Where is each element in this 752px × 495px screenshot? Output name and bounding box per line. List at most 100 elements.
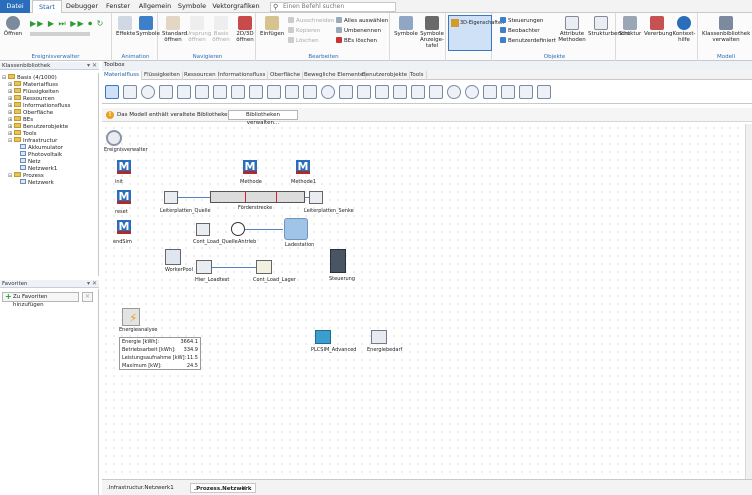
panel-pin-icon[interactable]: ▾ ✕: [87, 280, 97, 288]
method-icon[interactable]: M: [117, 220, 131, 234]
toolbox-tab-tools[interactable]: Tools: [408, 71, 427, 80]
line-tool-icon[interactable]: [357, 85, 371, 99]
conveyor-line[interactable]: [210, 191, 305, 203]
panel-pin-icon[interactable]: ▾ ✕: [87, 62, 97, 70]
command-search-input[interactable]: ⚲ Einen Befehl suchen: [270, 2, 396, 12]
origin-open-button[interactable]: Ursprung öffnen: [186, 16, 211, 43]
class-library-header: Klassenbibliothek ▾ ✕: [0, 62, 99, 70]
turntable-tool-icon[interactable]: [393, 85, 407, 99]
structure-button[interactable]: Struktur: [618, 16, 642, 37]
source-icon[interactable]: [164, 191, 178, 204]
pointer-tool-icon[interactable]: [105, 85, 119, 99]
tab-start[interactable]: Start: [32, 0, 62, 13]
remove-favorite-button[interactable]: ×: [82, 292, 93, 302]
speed-slider[interactable]: [30, 32, 90, 36]
charging-station-icon[interactable]: [284, 218, 308, 240]
controls-button[interactable]: Steuerungen: [500, 17, 544, 24]
entity-tool-icon[interactable]: [465, 85, 479, 99]
canvas-scrollbar[interactable]: [745, 124, 752, 479]
delete-bes-button[interactable]: BEs löschen: [336, 37, 377, 44]
model-canvas[interactable]: [102, 124, 752, 479]
energy-demand-icon[interactable]: [371, 330, 387, 344]
container-source-icon[interactable]: [196, 223, 210, 236]
container-tool-icon[interactable]: [483, 85, 497, 99]
base-open-button[interactable]: Basis öffnen: [210, 16, 232, 43]
tab-allgemein[interactable]: Allgemein: [136, 0, 174, 13]
parallel-proc-tool-icon[interactable]: [231, 85, 245, 99]
dismantle-tool-icon[interactable]: [267, 85, 281, 99]
buffer-tool-icon[interactable]: [285, 85, 299, 99]
select-all-button[interactable]: Alles auswählen: [336, 17, 388, 24]
sorter-tool-icon[interactable]: [303, 85, 317, 99]
angular-converter-tool-icon[interactable]: [429, 85, 443, 99]
store-icon[interactable]: [256, 260, 272, 274]
user-defined-button[interactable]: Benutzerdefiniert: [500, 37, 556, 44]
display-panel-button[interactable]: Symbole Anzeige-tafel: [420, 16, 444, 49]
drain-icon[interactable]: [309, 191, 323, 204]
rename-button[interactable]: Umbenennen: [336, 27, 381, 34]
3d-properties-button[interactable]: 3D-Eigenschaften: [448, 15, 504, 51]
observers-button[interactable]: Beobachter: [500, 27, 540, 34]
inheritance-button[interactable]: Vererbung: [644, 16, 672, 37]
toolbox-tab-benutzerobjekte[interactable]: Benutzerobjekte: [360, 71, 411, 80]
2d3d-open-button[interactable]: 2D/3D öffnen: [234, 16, 256, 43]
toolbox-tab-materialfluss[interactable]: Materialfluss: [102, 71, 143, 80]
standard-open-button[interactable]: Standard öffnen: [162, 16, 187, 43]
doc-tab-netzwerk1[interactable]: .Infrastructur.Netzwerk1: [104, 483, 177, 493]
interface-tool-icon[interactable]: [159, 85, 173, 99]
drain-label: Leiterplatten_Senke: [304, 208, 354, 214]
toolbox-tab-ressourcen[interactable]: Ressourcen: [182, 71, 219, 80]
tab-datei[interactable]: Datei: [0, 0, 30, 13]
statistics-report-button[interactable]: Strukturbericht: [588, 16, 630, 37]
plc-icon[interactable]: [330, 249, 346, 273]
energy-analysis-icon[interactable]: ⚡: [122, 308, 140, 326]
single-proc-tool-icon[interactable]: [213, 85, 227, 99]
toolbox-tab-fluessigkeiten[interactable]: Flüssigkeiten: [142, 71, 183, 80]
transporter-tool-icon[interactable]: [501, 85, 515, 99]
cycle-tool-icon[interactable]: [321, 85, 335, 99]
event-controller-tool-icon[interactable]: [141, 85, 155, 99]
tab-fenster[interactable]: Fenster: [102, 0, 134, 13]
toolbox-tab-bewegliche-elemente[interactable]: Bewegliche Elemente: [302, 71, 367, 80]
network-tool-icon[interactable]: [537, 85, 551, 99]
tab-debugger[interactable]: Debugger: [64, 0, 100, 13]
track-tool-icon[interactable]: [375, 85, 389, 99]
store-tool-icon[interactable]: [339, 85, 353, 99]
worker-tool-icon[interactable]: [519, 85, 533, 99]
worker-pool-icon[interactable]: [165, 249, 181, 265]
open-button[interactable]: Öffnen: [2, 16, 24, 37]
symbols-button-2[interactable]: Symbole: [394, 16, 418, 37]
add-to-favorites-button[interactable]: + Zu Favoriten hinzufügen: [2, 292, 79, 308]
manage-class-library-button[interactable]: Klassenbibliothek verwalten: [702, 16, 750, 43]
method-icon[interactable]: M: [243, 160, 257, 174]
drive-icon[interactable]: [231, 222, 245, 236]
paste-button[interactable]: Einfügen: [260, 16, 284, 37]
method-icon[interactable]: M: [296, 160, 310, 174]
method-icon[interactable]: M: [117, 160, 131, 174]
tab-symbole[interactable]: Symbole: [176, 0, 208, 13]
delete-button[interactable]: Löschen: [288, 37, 319, 44]
toolbox-tab-informationsfluss[interactable]: Informationsfluss: [216, 71, 269, 80]
method-icon[interactable]: M: [117, 190, 131, 204]
attributes-methods-button[interactable]: Attribute Methoden: [558, 16, 586, 43]
plcsim-icon[interactable]: [315, 330, 331, 344]
symbols-button[interactable]: Symbole: [136, 16, 160, 37]
turnplate-tool-icon[interactable]: [411, 85, 425, 99]
event-controller-icon[interactable]: [106, 130, 122, 146]
source-tool-icon[interactable]: [177, 85, 191, 99]
transfer-tool-icon[interactable]: [447, 85, 461, 99]
toolbox-tab-oberflaeche[interactable]: Oberfläche: [268, 71, 304, 80]
drain-tool-icon[interactable]: [195, 85, 209, 99]
copy-button[interactable]: Kopieren: [288, 27, 320, 34]
manage-libraries-button[interactable]: Bibliotheken verwalten...: [228, 110, 298, 126]
effects-button[interactable]: Effekte: [116, 16, 135, 37]
load-test-icon[interactable]: [196, 260, 212, 274]
tab-vektorgrafiken[interactable]: Vektorgrafiken: [210, 0, 262, 13]
tree-item[interactable]: Netzwerk: [20, 179, 54, 187]
simulation-controls[interactable]: ▶▶ ▶ ⏭ ▶▶ ⏺ ↻: [30, 19, 106, 29]
close-tab-icon[interactable]: ×: [238, 483, 250, 493]
context-help-button[interactable]: Kontext-hilfe: [672, 16, 696, 43]
cut-button[interactable]: Ausschneiden: [288, 17, 334, 24]
connector-tool-icon[interactable]: [123, 85, 137, 99]
assembly-tool-icon[interactable]: [249, 85, 263, 99]
